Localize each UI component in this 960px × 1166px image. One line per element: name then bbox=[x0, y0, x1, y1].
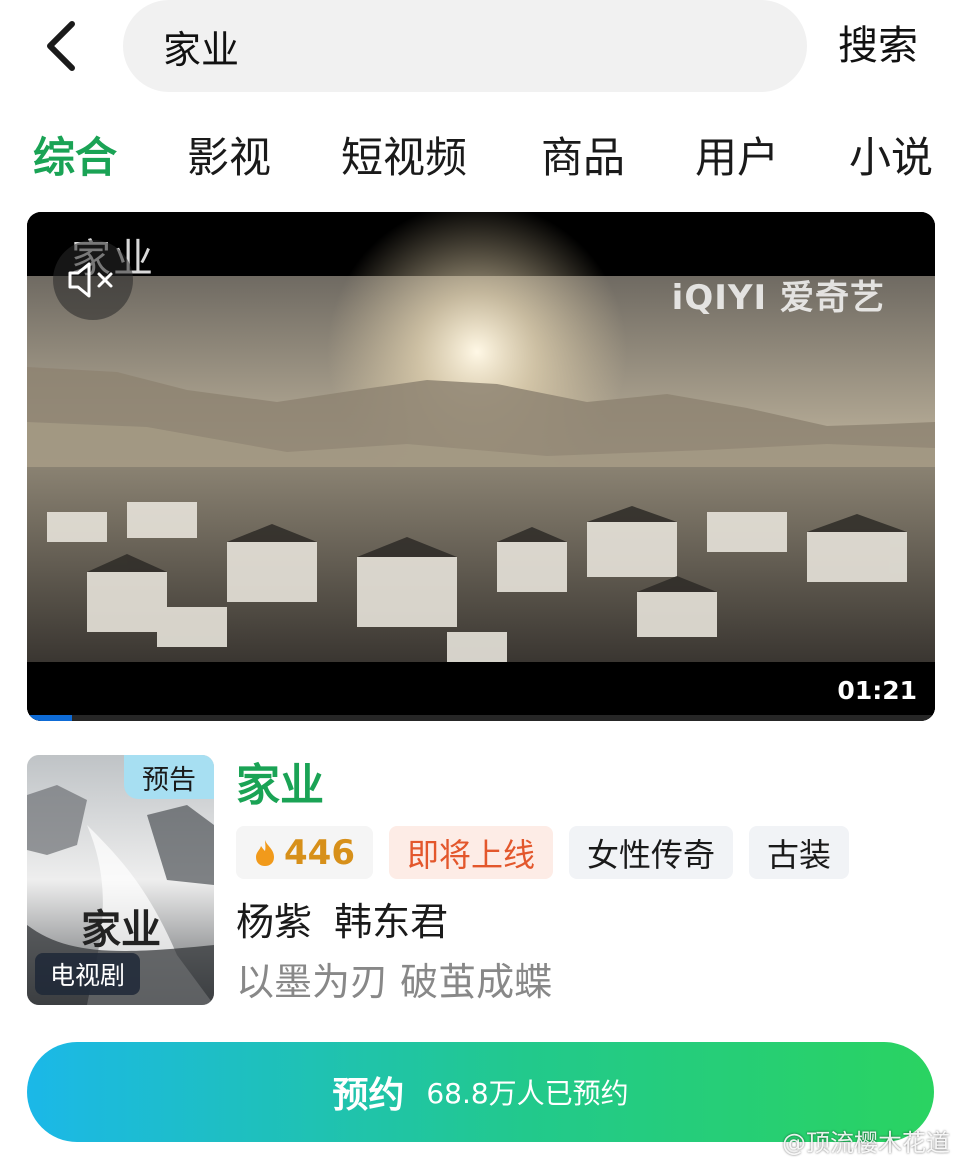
chevron-left-icon bbox=[47, 21, 75, 71]
tv-series-badge: 电视剧 bbox=[35, 953, 140, 995]
heat-tag: 446 bbox=[236, 826, 373, 879]
search-header: 搜索 bbox=[0, 0, 960, 95]
show-tags: 446 即将上线 女性传奇 古装 bbox=[236, 826, 850, 879]
genre-tag: 古装 bbox=[749, 826, 850, 879]
search-box[interactable] bbox=[123, 0, 807, 92]
iqiyi-watermark: iQIYI 爱奇艺 bbox=[671, 278, 885, 318]
genre-tag: 女性传奇 bbox=[569, 826, 734, 879]
video-player[interactable]: 家业 iQIYI 爱奇艺 01:21 bbox=[27, 212, 935, 721]
back-button[interactable] bbox=[36, 18, 86, 74]
search-input[interactable] bbox=[163, 24, 807, 68]
show-slogan: 以墨为刃 破茧成蝶 bbox=[236, 960, 553, 1004]
tab-novels[interactable]: 小说 bbox=[849, 128, 933, 188]
flame-icon bbox=[256, 839, 274, 866]
poster-title-calligraphy: 家业 bbox=[81, 906, 161, 953]
mute-button[interactable] bbox=[53, 240, 133, 320]
video-progress-fill bbox=[27, 715, 73, 721]
result-tabs: 综合 影视 短视频 商品 用户 小说 bbox=[0, 128, 960, 188]
trailer-badge: 预告 bbox=[124, 755, 214, 799]
show-title[interactable]: 家业 bbox=[236, 760, 324, 812]
tab-users[interactable]: 用户 bbox=[695, 128, 779, 188]
heat-value: 446 bbox=[284, 832, 355, 873]
source-credit: @顶流樱木花道 bbox=[782, 1129, 950, 1157]
tab-film-tv[interactable]: 影视 bbox=[187, 128, 271, 188]
reserve-count: 68.8万人已预约 bbox=[426, 1077, 629, 1110]
tab-products[interactable]: 商品 bbox=[541, 128, 625, 188]
tab-short-video[interactable]: 短视频 bbox=[341, 128, 467, 188]
tab-all[interactable]: 综合 bbox=[33, 128, 117, 188]
video-duration: 01:21 bbox=[837, 676, 917, 705]
volume-mute-icon bbox=[68, 262, 113, 298]
video-progress-bar[interactable] bbox=[27, 715, 935, 721]
status-tag: 即将上线 bbox=[388, 826, 553, 879]
show-poster[interactable]: 家业 预告 电视剧 bbox=[27, 755, 214, 1005]
show-cast: 杨紫 韩东君 bbox=[236, 900, 449, 944]
reserve-label: 预约 bbox=[332, 1075, 405, 1116]
search-button[interactable]: 搜索 bbox=[838, 20, 918, 72]
